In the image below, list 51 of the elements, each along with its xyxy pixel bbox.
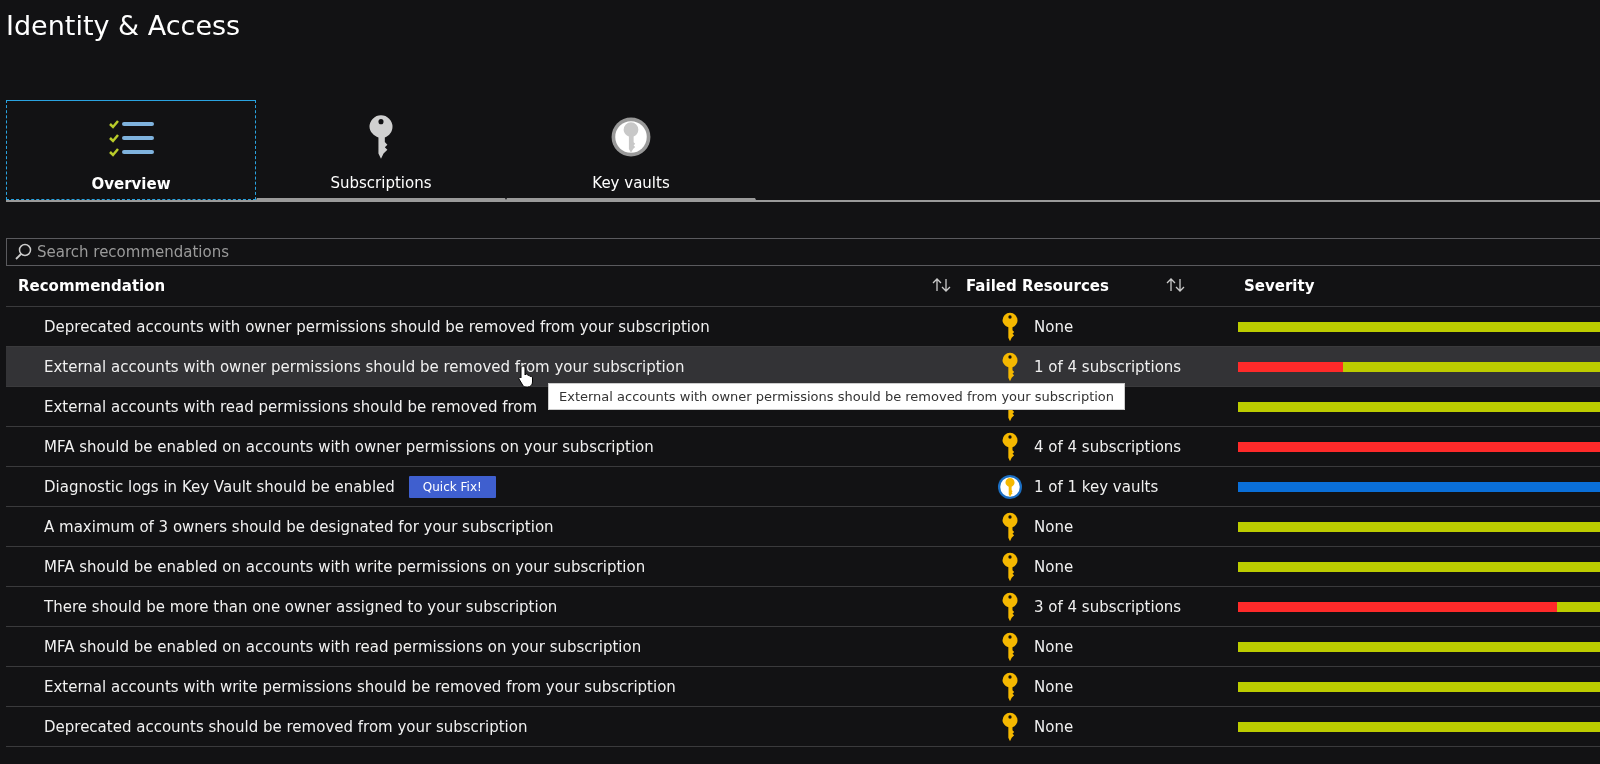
- recommendation-text: External accounts with write permissions should be removed from your subscription: [44, 677, 676, 696]
- quick-fix-button[interactable]: Quick Fix!: [408, 475, 496, 498]
- tooltip: External accounts with owner permissions should be removed from your subscription: [548, 383, 1126, 410]
- failed-resources-text: None: [1034, 677, 1075, 696]
- failed-resources-text: None: [1034, 637, 1075, 656]
- failed-resources-text: 1 of 1 key vaults: [1034, 477, 1160, 496]
- recommendation-text: Deprecated accounts should be removed from your subscription: [44, 717, 528, 736]
- key-icon: [1000, 351, 1020, 382]
- key-icon: [1000, 551, 1020, 582]
- page-title: Identity & Access: [5, 9, 242, 43]
- search-field[interactable]: Search recommendations: [6, 238, 1600, 266]
- key-vault-icon: [610, 116, 652, 158]
- failed-resources-text: 4 of 4 subscriptions: [1034, 437, 1183, 456]
- key-icon: [1000, 591, 1020, 622]
- table-row[interactable]: External accounts with write permissions should be removed from your subscription None: [6, 667, 1600, 707]
- recommendation-text: Diagnostic logs in Key Vault should be enabled: [44, 477, 395, 496]
- key-icon: [1000, 311, 1020, 342]
- recommendation-text: There should be more than one owner assigned to your subscription: [44, 597, 558, 616]
- table-row[interactable]: MFA should be enabled on accounts with owner permissions on your subscription 4 of 4 subscriptions: [6, 427, 1600, 467]
- table-row[interactable]: MFA should be enabled on accounts with read permissions on your subscription None: [6, 627, 1600, 667]
- recommendation-text: MFA should be enabled on accounts with write permissions on your subscription: [44, 557, 646, 576]
- failed-resources-text: None: [1034, 717, 1075, 736]
- recommendation-text: A maximum of 3 owners should be designated for your subscription: [44, 517, 554, 536]
- table-row[interactable]: Deprecated accounts should be removed from your subscription None: [6, 707, 1600, 747]
- recommendation-text: External accounts with read permissions should be removed from: [44, 397, 538, 416]
- failed-resources-text: None: [1034, 517, 1075, 536]
- tab[interactable]: Key vaults: [506, 100, 756, 200]
- table-row[interactable]: MFA should be enabled on accounts with write permissions on your subscription None: [6, 547, 1600, 587]
- failed-resources-text: 3 of 4 subscriptions: [1034, 597, 1183, 616]
- table-row[interactable]: A maximum of 3 owners should be designated for your subscription None: [6, 507, 1600, 547]
- column-header: Recommendation: [18, 277, 166, 295]
- key-icon: [1000, 671, 1020, 702]
- recommendation-text: MFA should be enabled on accounts with read permissions on your subscription: [44, 637, 642, 656]
- column-header: Failed Resources: [966, 277, 1109, 295]
- key-icon: [1000, 631, 1020, 662]
- search-icon: [14, 243, 32, 261]
- recommendation-text: Deprecated accounts with owner permissions should be removed from your subscription: [44, 317, 710, 336]
- key-vault-icon: [997, 473, 1023, 500]
- tab[interactable]: Subscriptions: [256, 100, 506, 200]
- key-icon: [1000, 711, 1020, 742]
- tab[interactable]: Overview: [6, 100, 256, 200]
- failed-resources-text: None: [1034, 317, 1075, 336]
- key-icon: [1000, 431, 1020, 462]
- failed-resources-text: 1 of 4 subscriptions: [1034, 357, 1183, 376]
- column-header: Severity: [1244, 277, 1315, 295]
- key-icon: [1000, 511, 1020, 542]
- table-row[interactable]: There should be more than one owner assigned to your subscription 3 of 4 subscriptions: [6, 587, 1600, 627]
- checklist-icon: [108, 118, 154, 158]
- failed-resources-text: None: [1034, 557, 1075, 576]
- recommendation-text: MFA should be enabled on accounts with owner permissions on your subscription: [44, 437, 654, 456]
- table-row[interactable]: Diagnostic logs in Key Vault should be enabled Quick Fix! 1 of 1 key vaults: [6, 467, 1600, 507]
